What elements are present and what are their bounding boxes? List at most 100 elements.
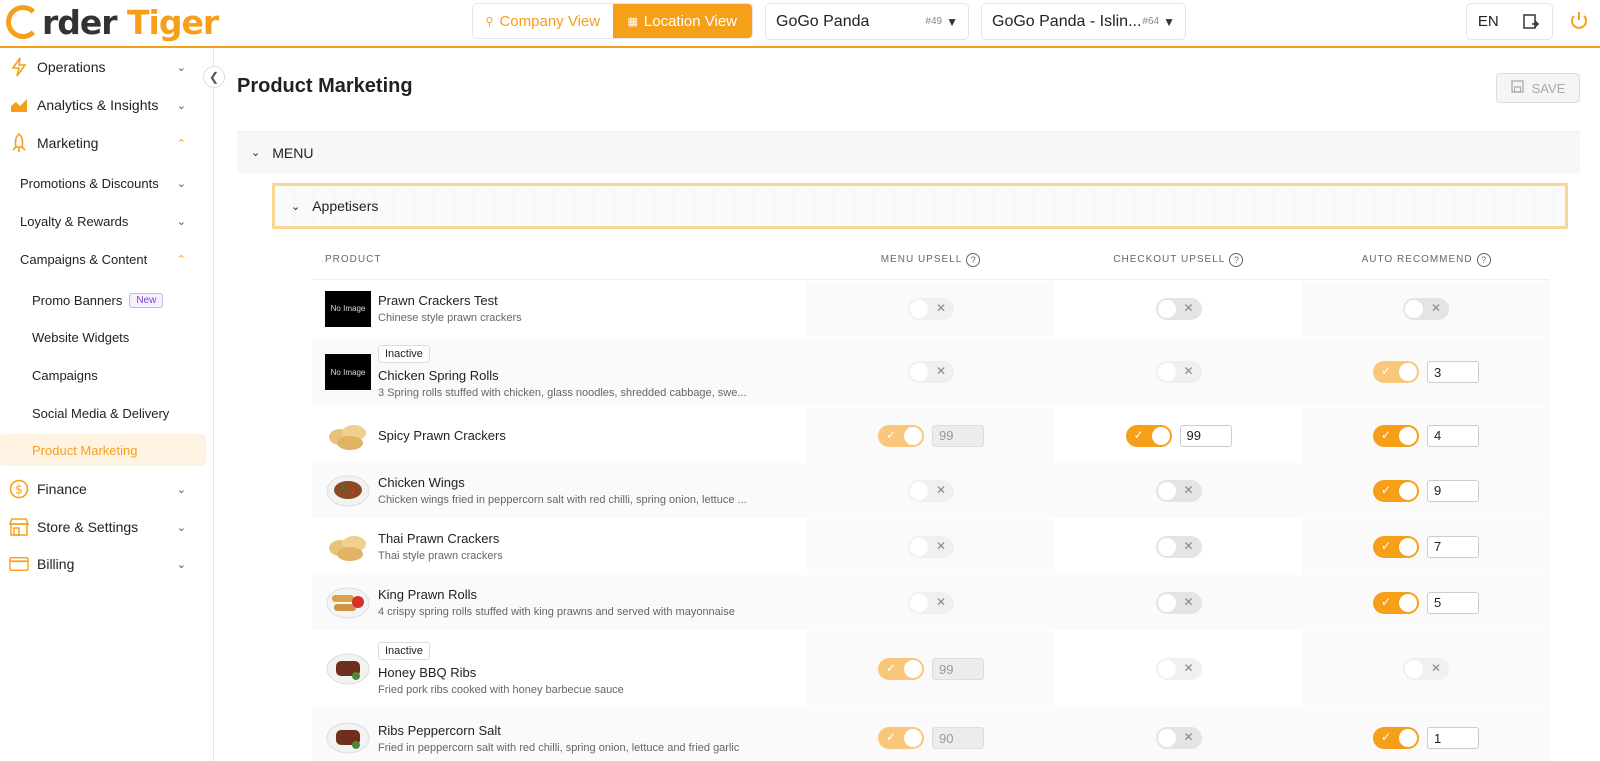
toggle-knob bbox=[1157, 537, 1176, 556]
auto-recommend-toggle[interactable]: ✓ bbox=[1373, 591, 1419, 614]
chevron-down-icon: ⌄ bbox=[176, 483, 186, 496]
nav-billing[interactable]: Billing ⌄ bbox=[0, 545, 206, 583]
checkout-upsell-toggle[interactable]: ✕ bbox=[1155, 297, 1202, 320]
nav-campaigns-content[interactable]: Campaigns & Content ⌃ bbox=[0, 240, 206, 278]
check-icon: ✓ bbox=[1133, 427, 1144, 442]
checkout-upsell-toggle[interactable]: ✕ bbox=[1155, 727, 1202, 749]
checkout-upsell-toggle[interactable]: ✕ bbox=[1155, 591, 1202, 614]
auto-recommend-toggle[interactable]: ✓ bbox=[1373, 727, 1419, 749]
nav-loyalty[interactable]: Loyalty & Rewards ⌄ bbox=[0, 202, 206, 240]
nav-social-media[interactable]: Social Media & Delivery bbox=[0, 397, 206, 429]
product-cell: No Image Prawn Crackers Test Chinese style… bbox=[312, 281, 807, 336]
x-icon: ✕ bbox=[1183, 594, 1194, 609]
menu-upsell-toggle[interactable]: ✕ bbox=[908, 479, 954, 502]
checkout-upsell-toggle[interactable]: ✕ bbox=[1155, 535, 1202, 558]
auto-recommend-priority-input[interactable]: 1 bbox=[1427, 727, 1479, 749]
product-image bbox=[325, 529, 371, 565]
auto-recommend-priority-input[interactable]: 7 bbox=[1427, 535, 1479, 558]
language-selector[interactable]: EN bbox=[1467, 13, 1510, 30]
company-view-label: Company View bbox=[499, 12, 601, 30]
check-icon: ✓ bbox=[886, 661, 897, 675]
check-icon: ✓ bbox=[1381, 427, 1392, 442]
table-row: Spicy Prawn Crackers ✓ 99 ✓ 99 ✓ 4 bbox=[312, 408, 1550, 463]
menu-upsell-toggle[interactable]: ✓ bbox=[878, 727, 924, 749]
x-icon: ✕ bbox=[935, 300, 946, 315]
category-header[interactable]: ⌄ Appetisers bbox=[272, 183, 1568, 229]
nav-analytics[interactable]: Analytics & Insights ⌄ bbox=[0, 86, 206, 124]
table-row: Inactive Honey BBQ Ribs Fried pork ribs co… bbox=[312, 631, 1550, 707]
toggle-knob bbox=[910, 593, 928, 612]
nav-store-settings[interactable]: Store & Settings ⌄ bbox=[0, 508, 206, 546]
auto-recommend-priority-input[interactable]: 4 bbox=[1427, 424, 1479, 447]
menu-upsell-cell: ✓ 99 bbox=[807, 631, 1055, 707]
x-icon: ✕ bbox=[1183, 300, 1194, 315]
checkout-upsell-cell: ✕ bbox=[1055, 631, 1302, 707]
nav-product-marketing[interactable]: Product Marketing bbox=[0, 434, 206, 466]
checkout-upsell-toggle[interactable]: ✕ bbox=[1155, 361, 1202, 383]
view-toggle: ⚲ Company View ▦ Location View bbox=[472, 3, 753, 39]
toggle-knob bbox=[1157, 481, 1176, 500]
menu-upsell-toggle[interactable]: ✕ bbox=[908, 535, 954, 558]
chevron-left-icon: ❮ bbox=[208, 70, 220, 84]
nav-promotions[interactable]: Promotions & Discounts ⌄ bbox=[0, 164, 206, 202]
menu-upsell-priority-input: 99 bbox=[932, 658, 984, 680]
nav-campaigns[interactable]: Campaigns bbox=[0, 359, 206, 391]
company-select-name: GoGo Panda bbox=[776, 12, 870, 30]
nav-website-widgets[interactable]: Website Widgets bbox=[0, 321, 206, 353]
auto-recommend-priority-input[interactable]: 3 bbox=[1427, 361, 1479, 383]
location-select[interactable]: GoGo Panda - Islin... #64 ▼ bbox=[981, 3, 1186, 40]
collapse-sidebar-button[interactable]: ❮ bbox=[203, 66, 225, 88]
auto-recommend-toggle[interactable]: ✕ bbox=[1403, 297, 1449, 320]
toggle-knob bbox=[1399, 729, 1417, 747]
location-view-button[interactable]: ▦ Location View bbox=[612, 4, 752, 38]
auto-recommend-priority-input[interactable]: 9 bbox=[1427, 479, 1479, 502]
menu-upsell-priority-input: 99 bbox=[932, 424, 984, 447]
product-description: 4 crispy spring rolls stuffed with king … bbox=[378, 606, 735, 618]
nav-product-marketing-label: Product Marketing bbox=[32, 442, 138, 458]
auto-recommend-toggle[interactable]: ✓ bbox=[1373, 479, 1419, 502]
nav-marketing[interactable]: Marketing ⌃ bbox=[0, 124, 206, 162]
menu-upsell-toggle[interactable]: ✕ bbox=[908, 361, 954, 383]
menu-upsell-toggle[interactable]: ✓ bbox=[878, 424, 924, 447]
power-icon[interactable] bbox=[1568, 10, 1590, 32]
location-icon: ▦ bbox=[627, 15, 638, 28]
checkout-upsell-toggle[interactable]: ✕ bbox=[1155, 479, 1202, 502]
help-icon[interactable]: ? bbox=[966, 252, 981, 267]
switch-account-icon[interactable] bbox=[1510, 13, 1553, 31]
menu-section-header[interactable]: ⌄ MENU bbox=[237, 131, 1580, 173]
nav-operations[interactable]: Operations ⌄ bbox=[0, 48, 206, 86]
column-checkout-upsell-label: CHECKOUT UPSELL bbox=[1113, 254, 1226, 265]
toggle-knob bbox=[1399, 593, 1417, 612]
auto-recommend-priority-input[interactable]: 5 bbox=[1427, 591, 1479, 614]
x-icon: ✕ bbox=[1183, 482, 1194, 497]
order-tiger-logo[interactable]: rder Tiger bbox=[6, 3, 219, 42]
checkout-upsell-priority-input[interactable]: 99 bbox=[1179, 424, 1232, 447]
menu-upsell-toggle[interactable]: ✓ bbox=[878, 658, 924, 680]
menu-upsell-toggle[interactable]: ✕ bbox=[908, 591, 954, 614]
check-icon: ✓ bbox=[1381, 538, 1392, 553]
menu-upsell-toggle[interactable]: ✕ bbox=[908, 297, 954, 320]
help-icon[interactable]: ? bbox=[1476, 252, 1491, 267]
auto-recommend-toggle[interactable]: ✓ bbox=[1373, 424, 1419, 447]
help-icon[interactable]: ? bbox=[1229, 252, 1244, 267]
checkout-upsell-cell: ✕ bbox=[1055, 575, 1302, 630]
auto-recommend-toggle[interactable]: ✓ bbox=[1373, 361, 1419, 383]
company-view-button[interactable]: ⚲ Company View bbox=[473, 4, 613, 38]
chevron-down-icon: ⌄ bbox=[176, 215, 186, 228]
auto-recommend-toggle[interactable]: ✕ bbox=[1403, 658, 1449, 680]
x-icon: ✕ bbox=[935, 482, 946, 497]
chevron-down-icon: ⌄ bbox=[176, 558, 186, 571]
company-select[interactable]: GoGo Panda #49 ▼ bbox=[765, 3, 969, 40]
dollar-icon: $ bbox=[9, 479, 29, 499]
checkout-upsell-cell: ✕ bbox=[1055, 519, 1302, 574]
checkout-upsell-toggle[interactable]: ✓ bbox=[1125, 424, 1172, 447]
nav-promo-banners[interactable]: Promo Banners New bbox=[0, 284, 206, 316]
check-icon: ✓ bbox=[886, 427, 897, 442]
checkout-upsell-toggle[interactable]: ✕ bbox=[1155, 658, 1202, 680]
toggle-knob bbox=[910, 299, 928, 318]
new-badge: New bbox=[129, 292, 164, 308]
header-actions: EN bbox=[1466, 3, 1553, 40]
nav-finance[interactable]: $ Finance ⌄ bbox=[0, 470, 206, 508]
save-button[interactable]: SAVE bbox=[1496, 73, 1580, 103]
auto-recommend-toggle[interactable]: ✓ bbox=[1373, 535, 1419, 558]
